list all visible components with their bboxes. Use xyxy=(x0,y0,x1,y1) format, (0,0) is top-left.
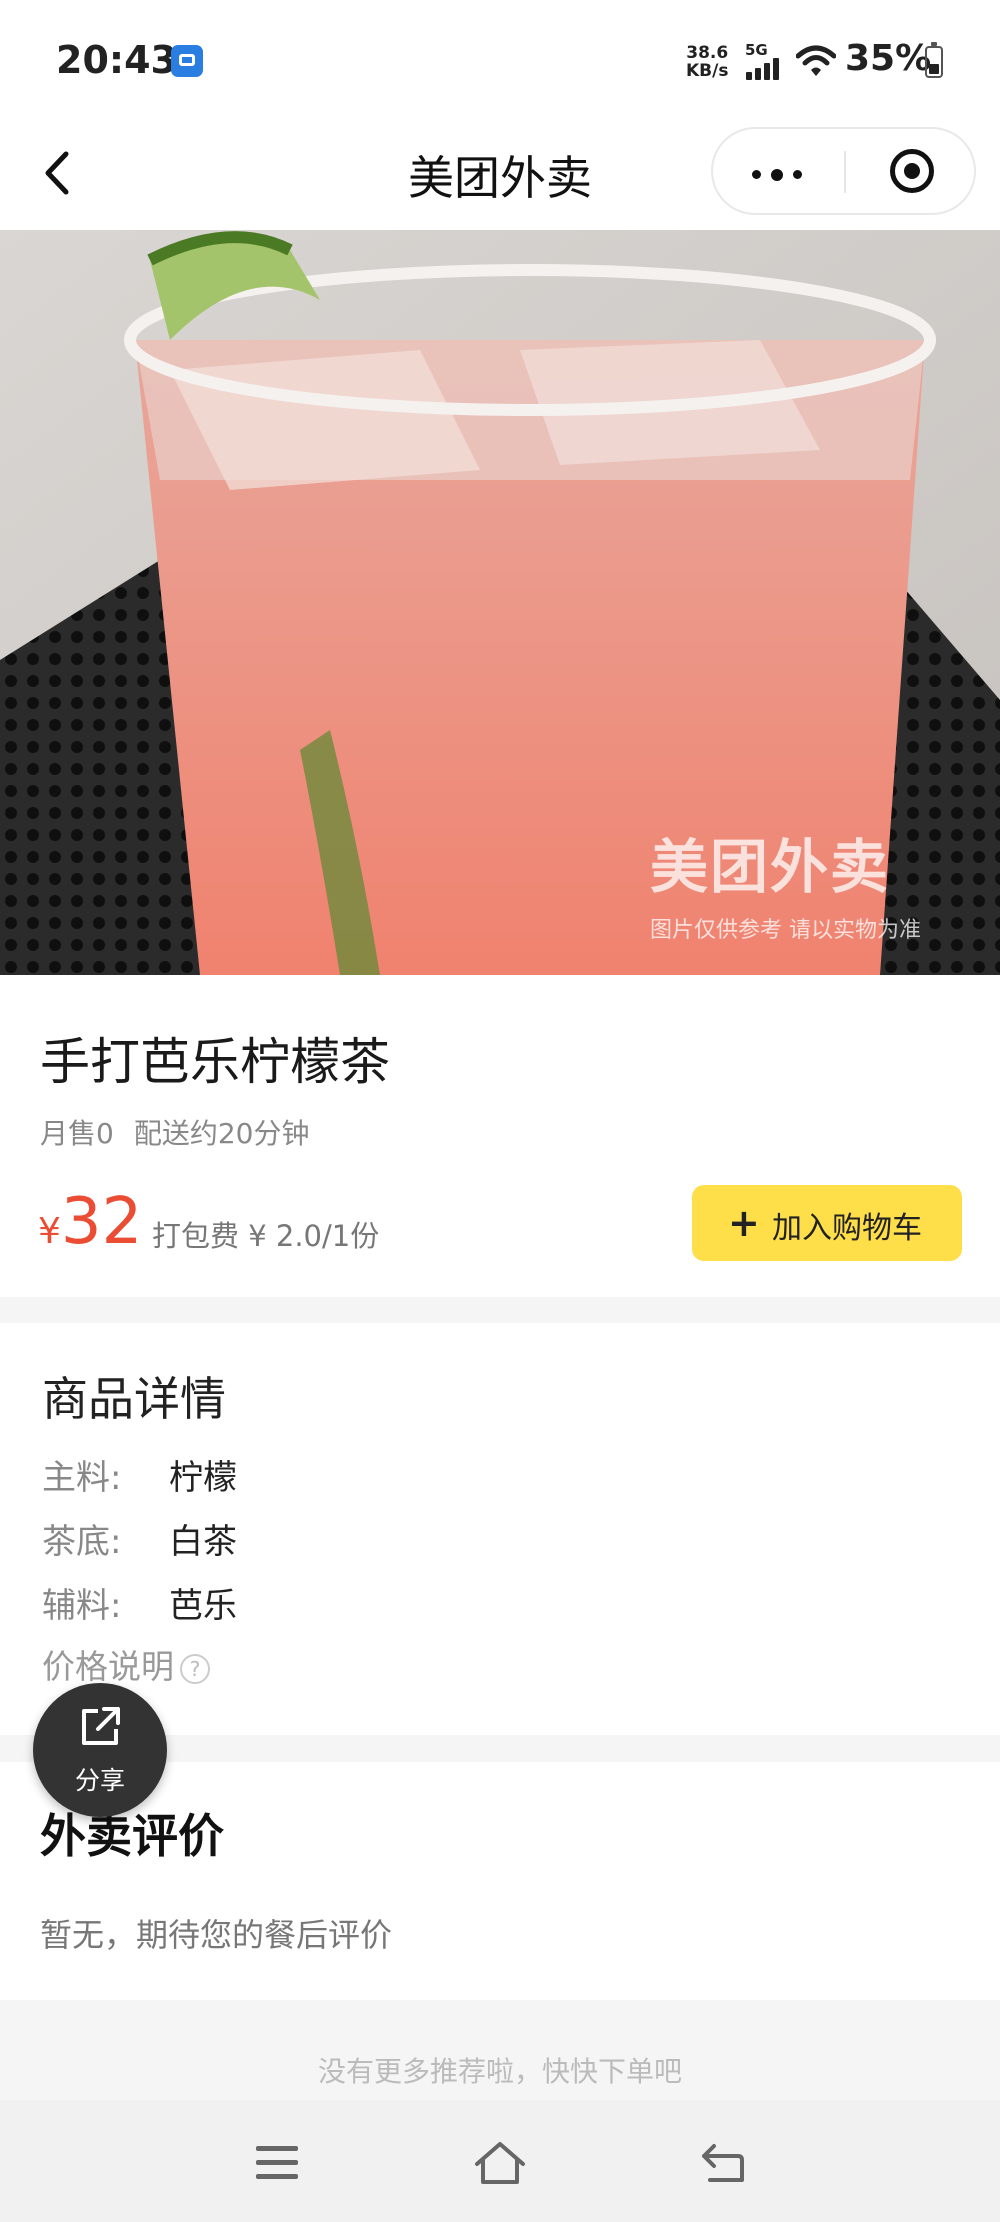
price-explanation[interactable]: 价格说明? xyxy=(42,1640,210,1688)
close-miniprogram-icon[interactable] xyxy=(890,149,934,193)
system-back-icon[interactable] xyxy=(698,2140,748,2186)
more-options-icon[interactable] xyxy=(752,164,812,183)
price-currency: ¥ xyxy=(38,1211,61,1252)
plus-icon: + xyxy=(728,1201,760,1245)
add-to-cart-button[interactable]: + 加入购物车 xyxy=(692,1185,962,1261)
app-notification-icon xyxy=(171,45,203,77)
product-name: 手打芭乐柠檬茶 xyxy=(40,1033,390,1091)
battery-icon xyxy=(925,42,943,78)
share-button[interactable]: 分享 xyxy=(33,1683,167,1817)
image-watermark: 美团外卖 图片仅供参考 请以实物为准 xyxy=(650,833,921,943)
detail-key: 茶底: xyxy=(42,1522,122,1562)
share-icon xyxy=(82,1707,120,1745)
question-icon[interactable]: ? xyxy=(180,1653,210,1684)
packing-fee: 打包费 ¥ 2.0/1份 xyxy=(152,1219,380,1253)
signal-icon xyxy=(746,58,782,80)
reviews-empty-text: 暂无，期待您的餐后评价 xyxy=(40,1916,393,1954)
detail-value: 白茶 xyxy=(169,1522,237,1562)
monthly-sales: 月售0 xyxy=(40,1117,114,1150)
network-speed: 38.6 KB/s xyxy=(686,43,729,81)
detail-value: 芭乐 xyxy=(169,1586,237,1626)
detail-key: 辅料: xyxy=(42,1586,122,1626)
details-title: 商品详情 xyxy=(42,1372,226,1426)
wifi-icon xyxy=(796,45,836,76)
reviews-section xyxy=(0,1762,1000,2000)
delivery-time: 配送约20分钟 xyxy=(133,1117,310,1150)
mini-program-capsule xyxy=(711,127,976,215)
detail-key: 主料: xyxy=(42,1458,122,1498)
status-time: 20:43 xyxy=(56,38,177,82)
network-type: 5G xyxy=(745,41,768,59)
share-label: 分享 xyxy=(74,1766,125,1795)
no-more-text: 没有更多推荐啦，快快下单吧 xyxy=(317,2055,682,2088)
menu-icon[interactable] xyxy=(256,2146,298,2180)
detail-row: 辅料: 芭乐 xyxy=(42,1578,237,1627)
detail-value: 柠檬 xyxy=(169,1458,237,1498)
product-price: ¥32 xyxy=(38,1185,142,1259)
price-value: 32 xyxy=(60,1185,143,1259)
add-to-cart-label: 加入购物车 xyxy=(772,1211,922,1246)
product-meta: 月售0 配送约20分钟 xyxy=(40,1112,329,1152)
home-icon[interactable] xyxy=(473,2140,527,2186)
reviews-title: 外卖评价 xyxy=(40,1809,224,1863)
detail-row: 主料: 柠檬 xyxy=(42,1450,237,1499)
battery-percent: 35% xyxy=(845,38,932,79)
detail-row: 茶底: 白茶 xyxy=(42,1514,237,1563)
